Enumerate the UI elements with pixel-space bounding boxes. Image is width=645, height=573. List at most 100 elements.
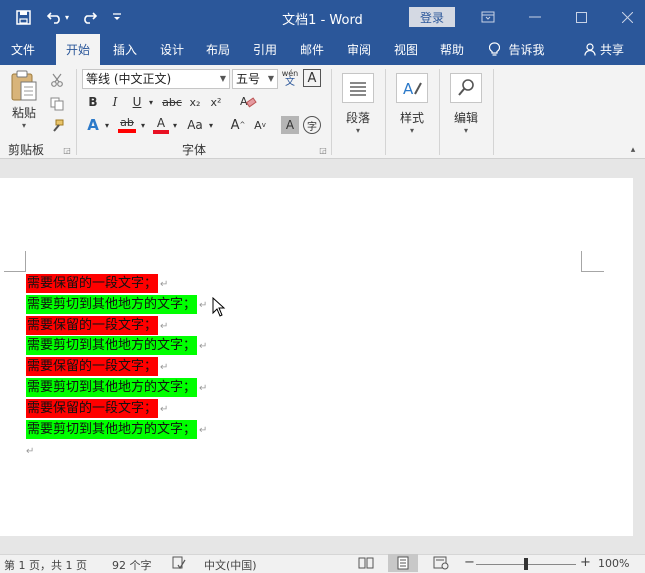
highlighted-text: 需要剪切到其他地方的文字； [26,336,198,355]
paste-button[interactable]: 粘贴 ▾ [6,69,42,131]
tab-tell-me[interactable]: 告诉我 [482,34,552,65]
ribbon-display-options-icon[interactable] [478,8,498,26]
tab-view[interactable]: 视图 [386,34,426,65]
font-size-combo[interactable]: 五号 ▼ [232,69,278,89]
document-line[interactable]: 需要保留的一段文字； ↵ [26,316,168,335]
underline-button[interactable]: U [128,93,146,111]
tab-help[interactable]: 帮助 [432,34,472,65]
phonetic-guide-button[interactable]: wén 文 [281,68,299,90]
document-line[interactable]: 需要剪切到其他地方的文字； ↵ [26,420,207,439]
lightbulb-icon [489,42,501,57]
bold-button[interactable]: B [84,93,102,111]
proofing-icon[interactable] [172,556,186,570]
subscript-button[interactable]: x₂ [186,93,204,111]
read-mode-icon[interactable] [358,556,374,570]
tell-me-label: 告诉我 [508,43,545,57]
highlighted-text: 需要剪切到其他地方的文字； [26,378,198,397]
collapse-ribbon-icon[interactable]: ▴ [627,145,639,155]
shrink-font-button[interactable]: Av [251,115,269,135]
styles-label: 样式 [399,111,424,125]
paragraph-mark: ↵ [26,446,35,457]
grow-font-label: A [230,117,240,133]
change-case-dropdown-icon[interactable]: ▾ [206,115,216,135]
zoom-out-button[interactable]: − [464,555,475,570]
highlighted-text: 需要保留的一段文字； [26,274,159,293]
zoom-slider-thumb[interactable] [524,558,528,570]
italic-button[interactable]: I [106,93,124,111]
highlighted-text: 需要保留的一段文字； [26,357,159,376]
mouse-cursor-icon [212,297,226,317]
styles-icon: A [396,73,428,103]
superscript-button[interactable]: x² [207,93,225,111]
highlight-dropdown-icon[interactable]: ▾ [138,115,148,135]
maximize-icon[interactable] [571,8,591,26]
document-line[interactable]: 需要剪切到其他地方的文字； ↵ [26,295,207,314]
print-layout-button[interactable] [388,554,418,572]
change-case-button[interactable]: Aa [184,115,206,135]
document-line[interactable]: 需要保留的一段文字； ↵ [26,399,168,418]
clipboard-launcher-icon[interactable]: ◲ [62,145,72,155]
tab-file[interactable]: 文件 [0,34,46,65]
font-name-combo[interactable]: 等线 (中文正文) ▼ [82,69,230,89]
clear-formatting-icon[interactable]: A [238,92,258,112]
window-title: 文档1 - Word [282,13,363,28]
text-effects-button[interactable]: A [84,115,102,135]
paragraph-button[interactable]: 段落 ▾ [340,69,376,139]
share-label: 共享 [599,43,624,57]
paste-dropdown-icon[interactable]: ▾ [22,121,26,130]
tab-references[interactable]: 引用 [245,34,285,65]
character-shading-button[interactable]: A [281,116,299,134]
close-icon[interactable] [617,8,637,26]
language[interactable]: 中文(中国) [204,557,257,573]
ribbon-tabs: 文件 开始 插入 设计 布局 引用 邮件 审阅 视图 帮助 告诉我 共享 [0,34,645,65]
highlighted-text: 需要剪切到其他地方的文字； [26,295,198,314]
font-color-dropdown-icon[interactable]: ▾ [170,115,180,135]
highlight-label: ab [120,116,134,129]
document-line[interactable]: 需要保留的一段文字； ↵ [26,274,168,293]
document-page[interactable]: 需要保留的一段文字； ↵ 需要剪切到其他地方的文字； ↵ 需要保留的一段文字； ↵ 需… [0,178,633,536]
minimize-icon[interactable] [525,8,545,26]
styles-button[interactable]: A 样式 ▾ [394,69,430,139]
tab-insert[interactable]: 插入 [104,34,146,65]
enclose-characters-button[interactable]: 字 [303,116,321,134]
font-size-value: 五号 [236,72,261,86]
document-line[interactable]: 需要剪切到其他地方的文字； ↵ [26,378,207,397]
highlighted-text: 需要保留的一段文字； [26,316,159,335]
svg-text:A: A [403,80,414,98]
zoom-in-button[interactable]: + [580,555,591,570]
web-layout-icon[interactable] [433,556,449,570]
tab-review[interactable]: 审阅 [339,34,379,65]
paragraph-mark: ↵ [160,404,169,415]
document-line[interactable]: 需要保留的一段文字； ↵ [26,357,168,376]
document-line[interactable]: 需要剪切到其他地方的文字； ↵ [26,336,207,355]
copy-icon[interactable] [48,95,66,113]
tab-mailings[interactable]: 邮件 [292,34,332,65]
title-bar: ▾ 文档1 - Word 登录 [0,0,645,34]
cut-icon[interactable] [48,71,66,89]
font-name-value: 等线 (中文正文) [86,72,172,86]
page-info[interactable]: 第 1 页，共 1 页 [4,557,87,573]
grow-font-button[interactable]: A ^ [229,115,247,135]
paste-label: 粘贴 [11,106,36,120]
tab-design[interactable]: 设计 [152,34,192,65]
editing-button[interactable]: 编辑 ▾ [448,69,484,139]
share-button[interactable]: 共享 [578,34,630,65]
tab-home[interactable]: 开始 [56,34,100,65]
character-border-button[interactable]: A [303,69,321,87]
word-count[interactable]: 92 个字 [112,557,152,573]
highlight-color-button[interactable]: ab [116,115,138,135]
login-button[interactable]: 登录 [409,7,455,27]
tab-layout[interactable]: 布局 [198,34,238,65]
chevron-down-icon: ▾ [409,126,414,135]
document-line[interactable]: ↵ [26,441,34,460]
paragraph-mark: ↵ [160,321,169,332]
underline-dropdown-icon[interactable]: ▾ [146,93,156,111]
clipboard-icon [9,70,39,102]
text-effects-dropdown-icon[interactable]: ▾ [102,115,112,135]
format-painter-icon[interactable] [48,117,66,135]
strikethrough-button[interactable]: abc [160,93,184,111]
zoom-level[interactable]: 100% [598,557,629,570]
font-color-button[interactable]: A [152,115,170,135]
font-launcher-icon[interactable]: ◲ [318,145,328,155]
font-color-swatch [153,129,169,134]
